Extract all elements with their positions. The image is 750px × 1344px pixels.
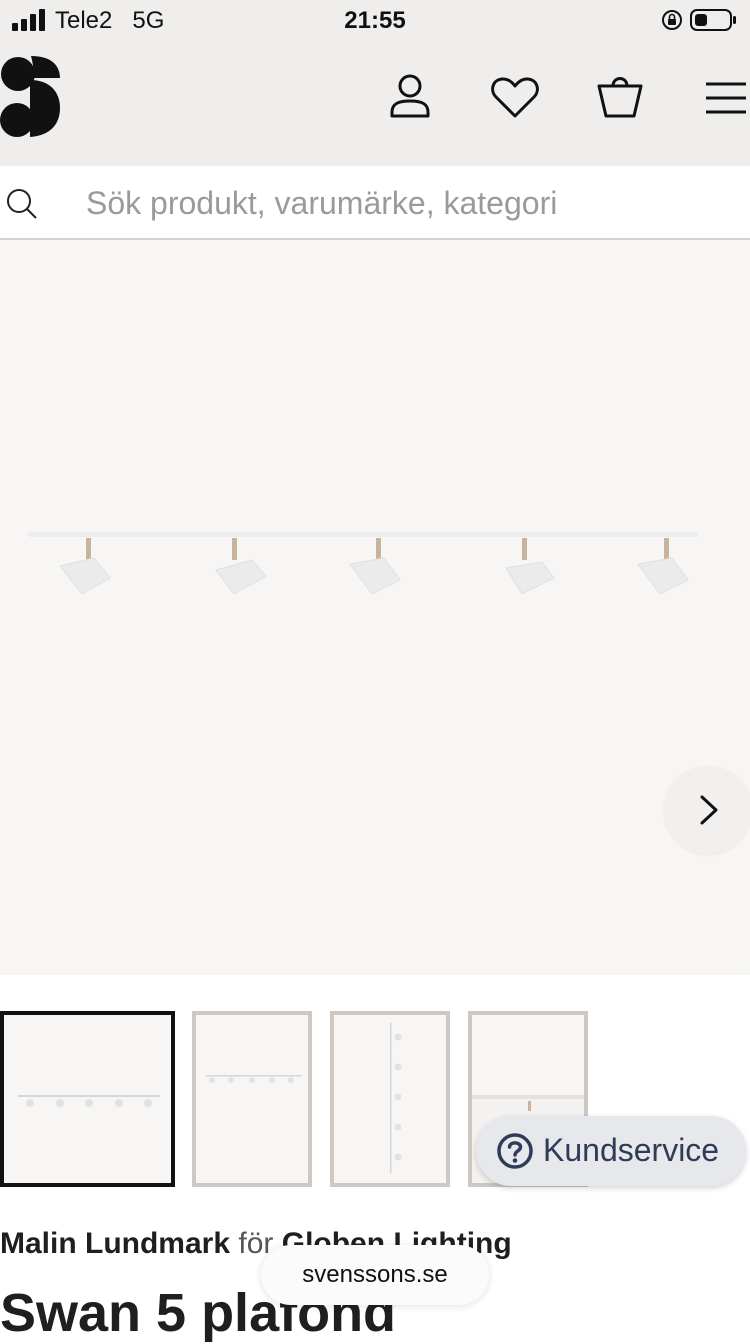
ceiling-lamp-illustration bbox=[28, 532, 698, 595]
browser-url-bar[interactable]: svenssons.se bbox=[261, 1245, 489, 1305]
thumbnail-3[interactable] bbox=[330, 1011, 450, 1187]
orientation-lock-icon bbox=[662, 10, 682, 30]
search-input[interactable] bbox=[84, 180, 728, 226]
customer-service-button[interactable]: Kundservice bbox=[476, 1116, 746, 1186]
product-image[interactable] bbox=[0, 240, 750, 975]
bag-icon[interactable] bbox=[594, 72, 646, 124]
next-image-button[interactable] bbox=[664, 766, 750, 854]
svenssons-logo-icon[interactable] bbox=[0, 52, 62, 140]
status-bar: Tele2 5G 21:55 bbox=[0, 0, 750, 42]
chevron-right-icon bbox=[700, 795, 718, 825]
search-icon[interactable] bbox=[6, 188, 38, 220]
menu-icon[interactable] bbox=[700, 72, 746, 124]
site-header bbox=[0, 42, 750, 166]
battery-icon bbox=[690, 9, 736, 31]
designer-name[interactable]: Malin Lundmark bbox=[0, 1227, 230, 1260]
thumbnail-2[interactable] bbox=[192, 1011, 312, 1187]
help-icon bbox=[497, 1133, 533, 1169]
clock: 21:55 bbox=[344, 7, 406, 34]
search-bar bbox=[0, 166, 750, 240]
account-icon[interactable] bbox=[384, 72, 436, 124]
customer-service-label: Kundservice bbox=[543, 1132, 720, 1168]
heart-icon[interactable] bbox=[489, 72, 541, 124]
thumbnail-1[interactable] bbox=[0, 1011, 175, 1187]
